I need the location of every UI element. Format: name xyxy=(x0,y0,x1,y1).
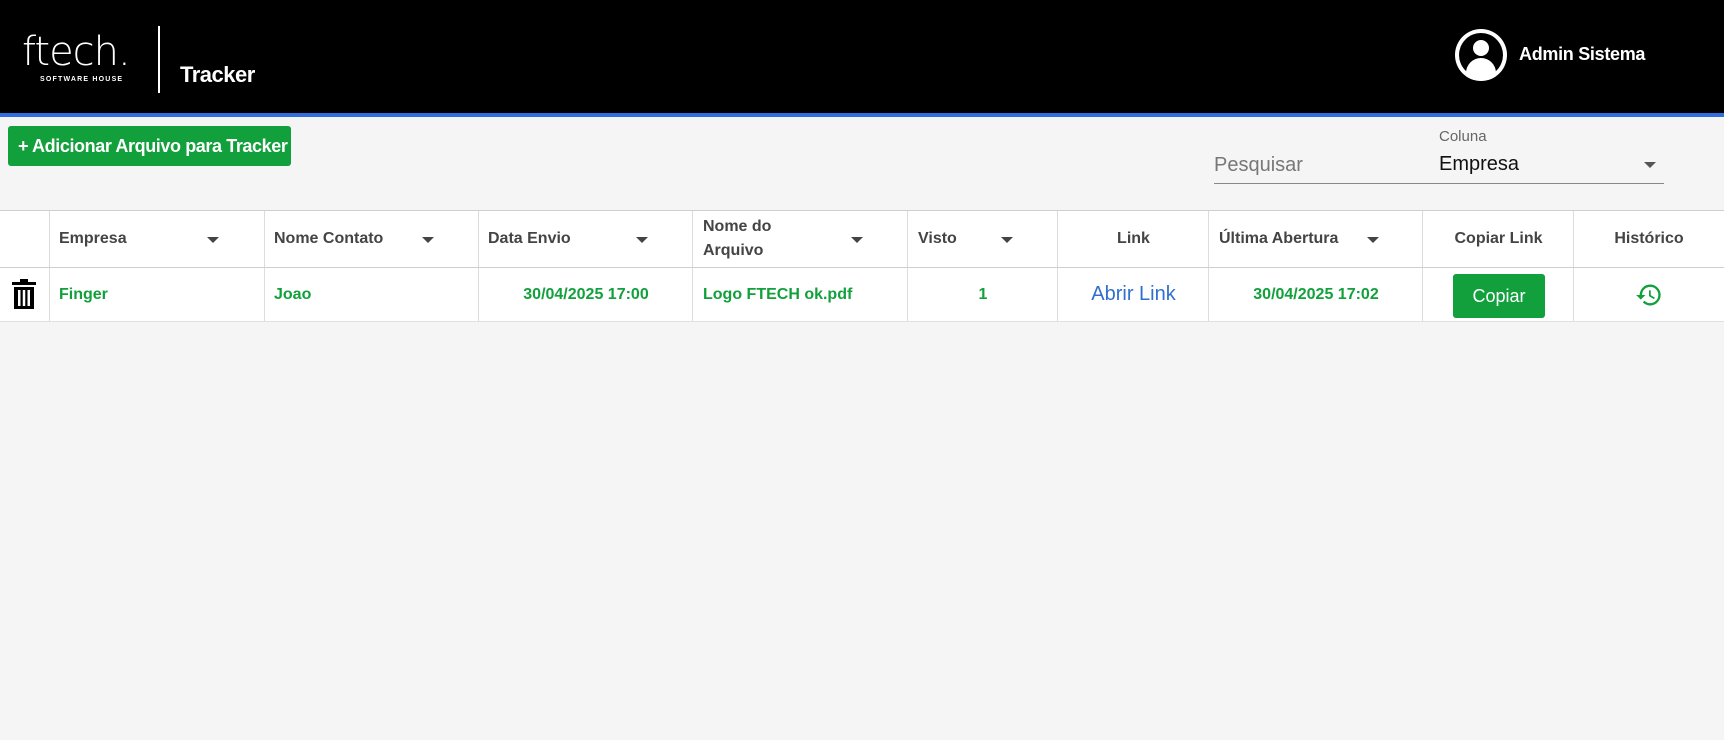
data-envio-value: 30/04/2025 17:00 xyxy=(523,285,649,303)
top-header: ftech. SOFTWARE HOUSE Tracker Admin Sist… xyxy=(0,0,1724,113)
empresa-value: Finger xyxy=(59,285,108,303)
sort-caret-icon[interactable] xyxy=(851,237,863,243)
cell-ultima-abertura: 30/04/2025 17:02 xyxy=(1209,268,1423,321)
header-cell-empresa[interactable]: Empresa xyxy=(50,211,265,267)
header-cell-visto[interactable]: Visto xyxy=(908,211,1058,267)
cell-data-envio: 30/04/2025 17:00 xyxy=(479,268,693,321)
visto-value: 1 xyxy=(978,285,988,303)
column-header-label: Nome Contato xyxy=(274,230,384,247)
open-link[interactable]: Abrir Link xyxy=(1058,268,1209,321)
header-divider xyxy=(158,26,160,93)
user-name[interactable]: Admin Sistema xyxy=(1519,44,1645,65)
cell-nome-arquivo: Logo FTECH ok.pdf xyxy=(693,268,908,321)
sort-caret-icon[interactable] xyxy=(1367,237,1379,243)
sort-caret-icon[interactable] xyxy=(207,237,219,243)
add-file-button[interactable]: + Adicionar Arquivo para Tracker xyxy=(8,126,291,166)
app-title: Tracker xyxy=(180,62,255,87)
column-header-label: Empresa xyxy=(59,230,127,247)
header-cell-historico: Histórico xyxy=(1574,211,1724,267)
history-icon[interactable] xyxy=(1635,281,1663,309)
sort-caret-icon[interactable] xyxy=(422,237,434,243)
search-field xyxy=(1214,150,1439,184)
logo-tagline: SOFTWARE HOUSE xyxy=(40,76,124,83)
row-actions-cell xyxy=(0,268,50,321)
header-cell-ultima-abertura[interactable]: Última Abertura xyxy=(1209,211,1423,267)
header-cell-copiar-link: Copiar Link xyxy=(1423,211,1574,267)
column-select[interactable]: Coluna Empresa xyxy=(1439,126,1664,184)
ftech-logo[interactable]: ftech. SOFTWARE HOUSE xyxy=(22,30,142,90)
column-select-value[interactable]: Empresa xyxy=(1439,153,1519,176)
column-header-label: Data Envio xyxy=(488,230,571,247)
header-cell-data-envio[interactable]: Data Envio xyxy=(479,211,693,267)
header-cell-nome-arquivo[interactable]: Nome do Arquivo xyxy=(693,211,908,267)
cell-link: Abrir Link xyxy=(1058,268,1209,321)
table-header: Empresa Nome Contato Data Envio Nome do … xyxy=(0,210,1724,268)
trash-icon[interactable] xyxy=(11,279,37,309)
column-select-label: Coluna xyxy=(1439,128,1487,145)
nome-contato-value: Joao xyxy=(274,285,312,303)
logo-word: ftech. xyxy=(22,29,131,75)
cell-empresa: Finger xyxy=(50,268,265,321)
header-accent-line xyxy=(0,113,1724,117)
cell-visto: 1 xyxy=(908,268,1058,321)
column-header-label: Link xyxy=(1117,230,1150,247)
copy-link-button[interactable]: Copiar xyxy=(1453,274,1545,318)
ultima-abertura-value: 30/04/2025 17:02 xyxy=(1253,285,1379,303)
sort-caret-icon[interactable] xyxy=(1001,237,1013,243)
chevron-down-icon[interactable] xyxy=(1644,162,1656,168)
column-header-label: Visto xyxy=(918,230,957,247)
header-cell-link: Link xyxy=(1058,211,1209,267)
header-cell-actions xyxy=(0,211,50,267)
sort-caret-icon[interactable] xyxy=(636,237,648,243)
table-row: Finger Joao 30/04/2025 17:00 Logo FTECH … xyxy=(0,268,1724,322)
nome-arquivo-value: Logo FTECH ok.pdf xyxy=(703,285,853,303)
user-avatar-icon[interactable] xyxy=(1455,29,1507,81)
column-header-label: Histórico xyxy=(1614,230,1684,247)
column-header-label: Nome do Arquivo xyxy=(703,218,772,259)
column-header-label: Copiar Link xyxy=(1454,230,1543,247)
search-input[interactable] xyxy=(1214,150,1439,180)
cell-nome-contato: Joao xyxy=(265,268,479,321)
column-header-label: Última Abertura xyxy=(1219,230,1339,247)
header-cell-nome-contato[interactable]: Nome Contato xyxy=(265,211,479,267)
